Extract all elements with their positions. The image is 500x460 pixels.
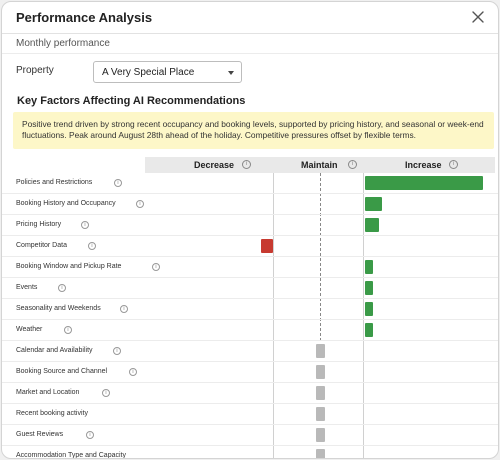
dialog-header: Performance Analysis <box>2 2 498 34</box>
chevron-down-icon <box>228 71 234 75</box>
factor-label: Booking Source and Channel <box>16 368 108 375</box>
column-header-increase: Increase <box>405 160 442 170</box>
factor-bar-maintain <box>316 428 325 442</box>
section-title: Key Factors Affecting AI Recommendations <box>17 95 246 107</box>
factor-bar-decrease <box>261 239 273 253</box>
factor-row: Calendar and Availability i <box>2 341 498 362</box>
dialog-subtitle: Monthly performance <box>16 38 110 49</box>
info-icon[interactable]: i <box>449 160 458 169</box>
factor-label: Booking Window and Pickup Rate <box>16 263 122 270</box>
info-icon[interactable]: i <box>113 347 121 355</box>
performance-analysis-dialog: Performance Analysis Monthly performance… <box>1 1 499 459</box>
factor-row: Competitor Data i <box>2 236 498 257</box>
factor-row: Market and Location i <box>2 383 498 404</box>
factor-bar-increase <box>365 260 373 274</box>
factor-row: Booking Source and Channel i <box>2 362 498 383</box>
factor-label: Pricing History <box>16 221 62 228</box>
info-icon[interactable]: i <box>120 305 128 313</box>
factor-row: Weather i <box>2 320 498 341</box>
factor-label: Accommodation Type and Capacity <box>16 452 126 459</box>
dialog-title: Performance Analysis <box>16 10 153 25</box>
column-header-maintain: Maintain <box>301 160 338 170</box>
info-icon[interactable]: i <box>88 242 96 250</box>
close-button[interactable] <box>470 9 486 25</box>
info-icon[interactable]: i <box>86 431 94 439</box>
factor-label: Calendar and Availability <box>16 347 93 354</box>
factor-bar-maintain <box>316 407 325 421</box>
info-icon[interactable]: i <box>81 221 89 229</box>
factor-bar-maintain <box>316 386 325 400</box>
factor-bar-increase <box>365 176 483 190</box>
factor-row: Seasonality and Weekends i <box>2 299 498 320</box>
factor-label: Booking History and Occupancy <box>16 200 116 207</box>
info-icon[interactable]: i <box>58 284 66 292</box>
info-icon[interactable]: i <box>114 179 122 187</box>
factor-bar-maintain <box>316 449 325 458</box>
info-icon[interactable]: i <box>64 326 72 334</box>
factor-row: Recent booking activity <box>2 404 498 425</box>
summary-text: Positive trend driven by strong recent o… <box>22 119 484 140</box>
factor-bar-maintain <box>316 365 325 379</box>
factor-row: Pricing History i <box>2 215 498 236</box>
factor-bar-increase <box>365 323 373 337</box>
factor-bar-increase <box>365 197 382 211</box>
factor-bar-increase <box>365 281 373 295</box>
factor-label: Seasonality and Weekends <box>16 305 101 312</box>
factor-label: Guest Reviews <box>16 431 64 438</box>
column-header-decrease: Decrease <box>194 160 235 170</box>
factor-label: Market and Location <box>16 389 80 396</box>
factor-bar-increase <box>365 218 379 232</box>
column-headers: Decrease i Maintain i Increase i <box>145 157 495 173</box>
factor-row: Accommodation Type and Capacity <box>2 446 498 459</box>
factor-label: Recent booking activity <box>16 410 88 417</box>
subtitle-row: Monthly performance <box>2 34 498 54</box>
info-icon[interactable]: i <box>152 263 160 271</box>
summary-banner: Positive trend driven by strong recent o… <box>13 112 494 149</box>
factor-row: Booking Window and Pickup Rate i <box>2 257 498 278</box>
factor-label: Competitor Data <box>16 242 67 249</box>
info-icon[interactable]: i <box>102 389 110 397</box>
close-icon <box>472 11 484 23</box>
factor-label: Events <box>16 284 38 291</box>
factor-bar-increase <box>365 302 373 316</box>
factor-row: Booking History and Occupancy i <box>2 194 498 215</box>
property-label: Property <box>16 65 54 76</box>
property-select[interactable]: A Very Special Place <box>93 61 242 83</box>
info-icon[interactable]: i <box>348 160 357 169</box>
factor-row: Policies and Restrictions i <box>2 173 498 194</box>
property-select-value: A Very Special Place <box>102 67 195 78</box>
info-icon[interactable]: i <box>242 160 251 169</box>
info-icon[interactable]: i <box>129 368 137 376</box>
factor-bar-maintain <box>316 344 325 358</box>
factor-label: Policies and Restrictions <box>16 179 93 186</box>
info-icon[interactable]: i <box>136 200 144 208</box>
factor-label: Weather <box>16 326 43 333</box>
factor-row: Guest Reviews i <box>2 425 498 446</box>
factor-row: Events i <box>2 278 498 299</box>
